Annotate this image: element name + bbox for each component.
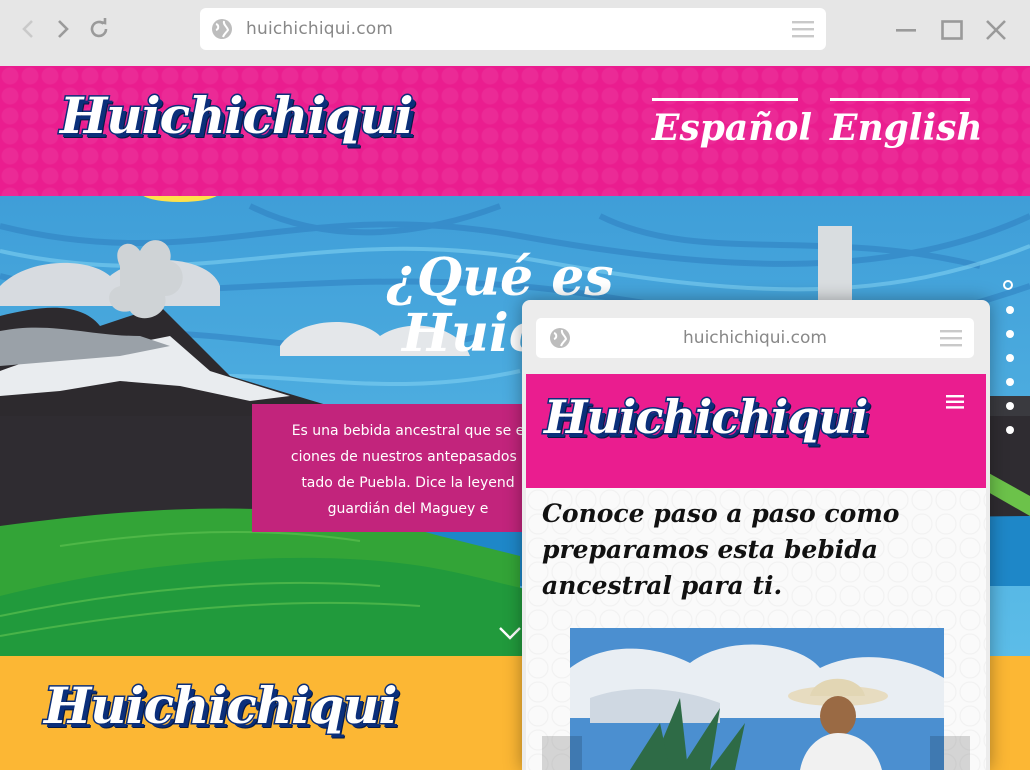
hero-text-line: Es una bebida ancestral que se e: [291, 423, 525, 439]
minimize-button[interactable]: [894, 18, 918, 42]
hero-text-line: guardián del Maguey e: [327, 501, 489, 517]
process-photo: [570, 628, 944, 770]
hero-description-box: Es una bebida ancestral que se e ciones …: [252, 404, 552, 532]
minimize-icon: [896, 29, 916, 32]
browser-toolbar: huichichiqui.com: [0, 0, 1030, 66]
address-bar[interactable]: huichichiqui.com: [200, 8, 826, 50]
menu-icon[interactable]: [792, 19, 814, 39]
section-dot[interactable]: [1006, 402, 1014, 410]
hamburger-icon[interactable]: [946, 395, 964, 409]
hero-title-line-1: ¿Qué es: [386, 247, 614, 308]
farmer-photo-illustration: [570, 628, 944, 770]
reload-button[interactable]: [86, 16, 112, 42]
carousel-prev-button[interactable]: [542, 736, 582, 770]
section-dot[interactable]: [1006, 354, 1014, 362]
close-button[interactable]: [984, 18, 1008, 42]
hero-text-line: tado de Puebla. Dice la leyend: [301, 475, 515, 491]
menu-icon[interactable]: [940, 328, 962, 348]
section-dot[interactable]: [1006, 306, 1014, 314]
carousel-next-button[interactable]: [930, 736, 970, 770]
mobile-heading: Conoce paso a paso como preparamos esta …: [542, 499, 900, 600]
language-link-english[interactable]: English: [830, 98, 983, 149]
hero-text-line: ciones de nuestros antepasados l: [290, 449, 526, 465]
section-dot[interactable]: [1006, 426, 1014, 434]
section-dot[interactable]: [1006, 330, 1014, 338]
section-pagination: [1003, 280, 1017, 450]
site-logo[interactable]: Huichichiqui: [58, 85, 414, 147]
globe-icon: [212, 19, 232, 39]
url-text: huichichiqui.com: [246, 19, 394, 39]
mobile-browser-window: huichichiqui.com Huichichiqui Conoce pas…: [522, 300, 990, 770]
maximize-icon: [941, 20, 963, 40]
back-button[interactable]: [16, 16, 42, 42]
close-icon: [986, 20, 1006, 40]
section-dot[interactable]: [1006, 378, 1014, 386]
mobile-site-logo[interactable]: Huichichiqui: [542, 389, 869, 446]
language-link-spanish[interactable]: Español: [652, 98, 812, 149]
mobile-address-bar[interactable]: huichichiqui.com: [536, 318, 974, 358]
forward-button[interactable]: [50, 16, 76, 42]
maximize-button[interactable]: [940, 18, 964, 42]
chevron-right-icon: [58, 20, 69, 38]
reload-icon: [90, 18, 108, 38]
footer-logo[interactable]: Huichichiqui: [42, 675, 398, 737]
section-dot[interactable]: [1003, 280, 1013, 290]
scroll-down-icon[interactable]: [498, 624, 522, 642]
mobile-url-text: huichichiqui.com: [683, 328, 827, 348]
chevron-left-icon: [22, 20, 33, 38]
